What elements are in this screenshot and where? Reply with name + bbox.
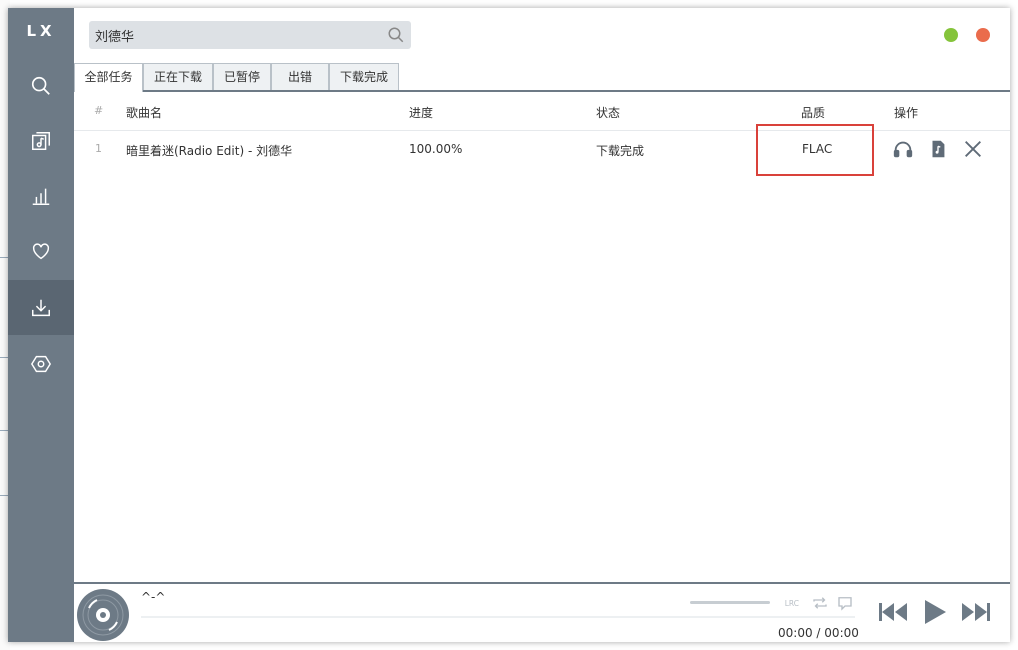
tab-error[interactable]: 出错 [271, 63, 329, 90]
row-song-name: 暗里着迷(Radio Edit) - 刘德华 [126, 144, 293, 158]
download-tabs: 全部任务 正在下载 已暂停 出错 下载完成 [74, 62, 1010, 92]
sidebar-item-settings[interactable] [8, 336, 74, 391]
sidebar-item-favorites[interactable] [8, 223, 74, 278]
repeat-icon[interactable] [811, 594, 829, 612]
tab-completed[interactable]: 下载完成 [329, 63, 399, 90]
row-quality: FLAC [802, 142, 833, 156]
search-box [89, 21, 411, 49]
row-progress: 100.00% [409, 142, 463, 156]
sidebar-item-song-list[interactable] [8, 113, 74, 168]
lyric-icon[interactable]: LRC [784, 594, 802, 612]
table-row[interactable]: 1 暗里着迷(Radio Edit) - 刘德华 100.00% 下载完成 FL… [74, 124, 1010, 176]
row-status: 下载完成 [596, 144, 645, 158]
album-disc-icon[interactable] [76, 588, 130, 642]
player-song-title: ^-^ [141, 590, 166, 604]
prev-icon[interactable] [878, 598, 908, 626]
tab-downloading[interactable]: 正在下载 [143, 63, 213, 90]
tab-paused[interactable]: 已暂停 [213, 63, 271, 90]
playback-progress-bar[interactable] [141, 616, 855, 618]
col-num-header: # [94, 104, 104, 117]
search-icon[interactable] [387, 26, 405, 44]
close-window-button[interactable] [976, 28, 990, 42]
col-progress-header: 进度 [409, 106, 434, 120]
sidebar-item-search[interactable] [8, 58, 74, 113]
search-input[interactable] [89, 21, 379, 49]
col-status-header: 状态 [596, 106, 621, 120]
close-icon[interactable] [962, 138, 984, 160]
sidebar-item-download[interactable] [8, 280, 74, 335]
sidebar-item-leaderboard[interactable] [8, 168, 74, 223]
minimize-button[interactable] [944, 28, 958, 42]
volume-slider[interactable] [690, 601, 770, 604]
sidebar: LX [8, 8, 74, 642]
player-bar: ^-^ LRC 00:00 / 00:00 [74, 582, 1010, 642]
search-icon [31, 76, 50, 95]
time-readout: 00:00 / 00:00 [778, 626, 859, 640]
settings-icon [30, 355, 52, 372]
total-time: 00:00 [824, 626, 859, 640]
play-icon[interactable] [922, 598, 948, 626]
col-quality-header: 品质 [801, 106, 826, 120]
main-panel: 全部任务 正在下载 已暂停 出错 下载完成 # 歌曲名 进度 状态 品质 操作 … [74, 8, 1010, 642]
music-list-icon [32, 131, 50, 150]
app-window: LX 刘德华 全部任务 正在下载 已暂停 出错 下载完成 # 歌曲名 进度 状态… [8, 8, 1010, 642]
chart-icon [32, 188, 50, 205]
headphones-icon[interactable] [892, 138, 914, 160]
col-name-header: 歌曲名 [126, 106, 163, 120]
col-actions-header: 操作 [894, 106, 919, 120]
heart-icon [32, 242, 50, 259]
comment-icon[interactable] [836, 594, 854, 612]
next-icon[interactable] [961, 598, 991, 626]
row-number: 1 [95, 142, 102, 155]
tab-all[interactable]: 全部任务 [74, 63, 143, 92]
time-separator: / [816, 626, 821, 640]
app-logo: LX [26, 22, 56, 40]
file-music-icon[interactable] [927, 138, 949, 160]
current-time: 00:00 [778, 626, 813, 640]
lyric-label: LRC [785, 599, 799, 608]
download-icon [32, 299, 50, 316]
